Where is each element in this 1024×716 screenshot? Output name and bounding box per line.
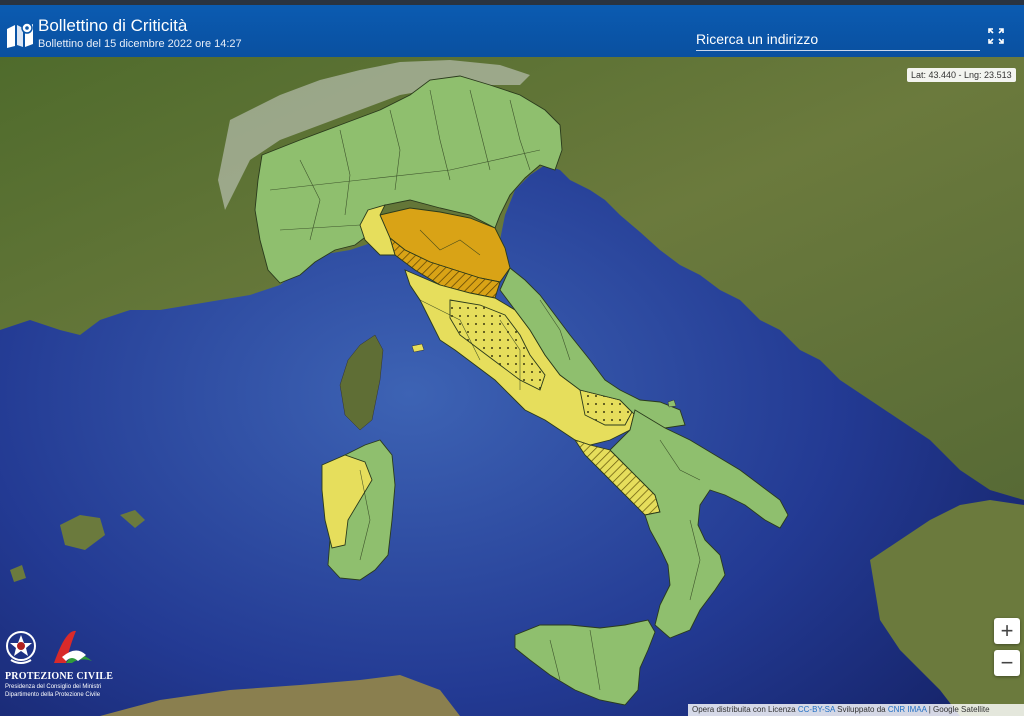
coordinates-readout: Lat: 43.440 - Lng: 23.513 — [907, 68, 1016, 82]
protezione-civile-branding: PROTEZIONE CIVILE Presidenza del Consigl… — [0, 625, 113, 705]
organization-line-1: Presidenza del Consiglio dei Ministri — [5, 684, 102, 690]
address-search-input[interactable] — [696, 27, 980, 51]
page-title: Bollettino di Criticità — [38, 16, 188, 35]
organization-line-2: Dipartimento della Protezione Civile — [5, 692, 101, 698]
italian-republic-emblem — [6, 631, 36, 664]
map-view[interactable]: Bollettino di Criticità Bollettino del 1… — [0, 0, 1024, 716]
map-attribution: Opera distribuita con Licenza CC-BY-SA S… — [688, 704, 1024, 716]
organization-name: PROTEZIONE CIVILE — [5, 671, 114, 682]
zoom-out-button[interactable]: − — [994, 650, 1020, 676]
header-bar: Bollettino di Criticità Bollettino del 1… — [0, 0, 1024, 57]
attribution-middle: Sviluppato da — [834, 705, 888, 714]
fullscreen-icon[interactable] — [987, 27, 1005, 45]
protezione-civile-logo — [54, 630, 92, 663]
developer-link[interactable]: CNR IMAA — [888, 705, 927, 714]
attribution-suffix: | Google Satellite — [926, 705, 990, 714]
zoom-in-button[interactable]: + — [994, 618, 1020, 644]
bulletin-date: Bollettino del 15 dicembre 2022 ore 14:2… — [38, 38, 242, 50]
attribution-prefix: Opera distribuita con Licenza — [692, 705, 798, 714]
map-pin-icon — [7, 22, 33, 48]
license-link[interactable]: CC-BY-SA — [798, 705, 835, 714]
satellite-map[interactable] — [0, 0, 1024, 716]
